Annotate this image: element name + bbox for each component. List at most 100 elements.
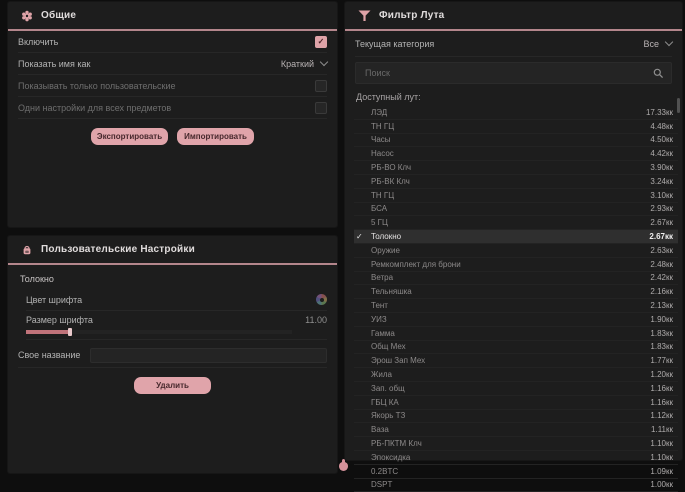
font-size-slider[interactable]	[26, 330, 292, 334]
enable-label: Включить	[18, 37, 58, 47]
loot-row[interactable]: 0.2BTC1.09кк	[354, 465, 678, 479]
setting-row-name-display[interactable]: Показать имя как Краткий	[18, 53, 327, 75]
loot-row[interactable]: Эпоксидка1.10кк	[354, 451, 678, 465]
single-settings-label: Одни настройки для всех предметов	[18, 103, 171, 113]
loot-row[interactable]: Эрош Зап Мех1.77кк	[354, 354, 678, 368]
font-color-row[interactable]: Цвет шрифта	[26, 289, 327, 311]
loot-row[interactable]: РБ-ВК Клч3.24кк	[354, 175, 678, 189]
loot-item-value: 2.63кк	[650, 246, 673, 255]
loot-row[interactable]: 5 ГЦ2.67кк	[354, 216, 678, 230]
funnel-icon	[358, 10, 371, 22]
loot-row[interactable]: ТН ГЦ3.10кк	[354, 189, 678, 203]
loot-row[interactable]: Насос4.42кк	[354, 147, 678, 161]
import-button[interactable]: Импортировать	[177, 128, 254, 145]
loot-item-name: ТН ГЦ	[371, 191, 650, 200]
loot-item-value: 1.10кк	[650, 453, 673, 462]
dropdown-value: Краткий	[281, 59, 314, 69]
single-settings-checkbox[interactable]	[315, 102, 327, 114]
loot-row[interactable]: Общ Мех1.83кк	[354, 341, 678, 355]
loot-row[interactable]: Якорь ТЗ1.12кк	[354, 410, 678, 424]
loot-item-name: Якорь ТЗ	[371, 411, 650, 420]
loot-row[interactable]: Гамма1.83кк	[354, 327, 678, 341]
slider-fill	[26, 330, 70, 334]
loot-row[interactable]: Тент2.13кк	[354, 299, 678, 313]
loot-row[interactable]: ЛЭД17.33кк	[354, 106, 678, 120]
font-size-row: Размер шрифта 11.00	[26, 311, 327, 340]
custom-name-label: Свое название	[18, 350, 80, 360]
loot-row[interactable]: БСА2.93кк	[354, 203, 678, 217]
loot-item-value: 1.20кк	[650, 370, 673, 379]
loot-row[interactable]: Зап. общ1.16кк	[354, 382, 678, 396]
loot-item-value: 2.16кк	[650, 287, 673, 296]
loot-item-value: 2.13кк	[650, 301, 673, 310]
loot-item-name: Ваза	[371, 425, 651, 434]
custom-only-label: Показывать только пользовательские	[18, 81, 176, 91]
chevron-down-icon	[665, 38, 673, 46]
custom-name-input[interactable]	[90, 348, 327, 363]
loot-item-value: 1.12кк	[650, 411, 673, 420]
loot-row[interactable]: Тельняшка2.16кк	[354, 285, 678, 299]
custom-name-row: Свое название	[18, 343, 327, 368]
setting-row-single-settings[interactable]: Одни настройки для всех предметов	[18, 97, 327, 119]
loot-item-value: 2.42кк	[650, 273, 673, 282]
search-input[interactable]	[363, 67, 647, 79]
slider-thumb[interactable]	[68, 328, 72, 336]
custom-settings-panel: Пользовательские Настройки Толокно Цвет …	[8, 236, 337, 473]
search-box[interactable]	[355, 62, 672, 84]
loot-item-value: 1.00кк	[650, 480, 673, 489]
color-wheel-icon[interactable]	[316, 294, 327, 305]
enable-checkbox[interactable]: ✓	[315, 36, 327, 48]
loot-item-name: ЛЭД	[371, 108, 646, 117]
delete-button[interactable]: Удалить	[134, 377, 211, 394]
loot-row[interactable]: ГБЦ КА1.16кк	[354, 396, 678, 410]
loot-item-value: 1.16кк	[650, 384, 673, 393]
loot-item-value: 1.16кк	[650, 398, 673, 407]
custom-buttons-row: Удалить	[8, 377, 337, 394]
loot-row[interactable]: Ремкомплект для брони2.48кк	[354, 258, 678, 272]
loot-item-name: Гамма	[371, 329, 650, 338]
loot-item-value: 1.83кк	[650, 342, 673, 351]
loot-row[interactable]: УИЗ1.90кк	[354, 313, 678, 327]
setting-row-enable[interactable]: Включить ✓	[18, 31, 327, 53]
category-dropdown[interactable]: Все	[643, 39, 672, 49]
loot-row[interactable]: DSPT1.00кк	[354, 479, 678, 492]
font-size-value: 11.00	[305, 315, 327, 325]
loot-item-value: 2.93кк	[650, 204, 673, 213]
category-value: Все	[643, 39, 659, 49]
loot-row[interactable]: Жила1.20кк	[354, 368, 678, 382]
setting-row-custom-only[interactable]: Показывать только пользовательские	[18, 75, 327, 97]
loot-filter-title: Фильтр Лута	[379, 10, 444, 21]
loot-row[interactable]: ✓Толокно2.67кк	[354, 230, 678, 244]
loot-item-value: 2.67кк	[650, 218, 673, 227]
name-display-dropdown[interactable]: Краткий	[281, 59, 327, 69]
gear-icon	[21, 10, 33, 22]
loot-item-name: ГБЦ КА	[371, 398, 650, 407]
check-icon: ✓	[354, 232, 371, 241]
loot-item-value: 4.42кк	[650, 149, 673, 158]
custom-only-checkbox[interactable]	[315, 80, 327, 92]
loot-item-name: Общ Мех	[371, 342, 650, 351]
loot-item-value: 2.67кк	[649, 232, 673, 241]
loot-row[interactable]: Ветра2.42кк	[354, 272, 678, 286]
loot-row[interactable]: Часы4.50кк	[354, 134, 678, 148]
loot-row[interactable]: РБ-ВО Клч3.90кк	[354, 161, 678, 175]
loot-filter-header: Фильтр Лута	[345, 2, 682, 31]
loot-item-value: 1.11кк	[651, 425, 673, 434]
loot-item-name: Жила	[371, 370, 650, 379]
loot-item-value: 1.83кк	[650, 329, 673, 338]
loot-item-name: РБ-ВО Клч	[371, 163, 650, 172]
scrollbar-thumb[interactable]	[677, 98, 680, 113]
loot-row[interactable]: РБ-ПКТМ Клч1.10кк	[354, 437, 678, 451]
loot-item-name: Эрош Зап Мех	[371, 356, 650, 365]
pink-marker-icon	[339, 462, 348, 471]
loot-row[interactable]: ТН ГЦ4.48кк	[354, 120, 678, 134]
export-button[interactable]: Экспортировать	[91, 128, 168, 145]
current-category-row[interactable]: Текущая категория Все	[355, 31, 672, 57]
loot-item-name: Эпоксидка	[371, 453, 650, 462]
loot-row[interactable]: Оружие2.63кк	[354, 244, 678, 258]
search-icon	[653, 68, 664, 79]
loot-item-value: 1.09кк	[650, 467, 673, 476]
loot-row[interactable]: Ваза1.11кк	[354, 423, 678, 437]
loot-item-value: 2.48кк	[650, 260, 673, 269]
general-panel-title: Общие	[41, 10, 76, 21]
